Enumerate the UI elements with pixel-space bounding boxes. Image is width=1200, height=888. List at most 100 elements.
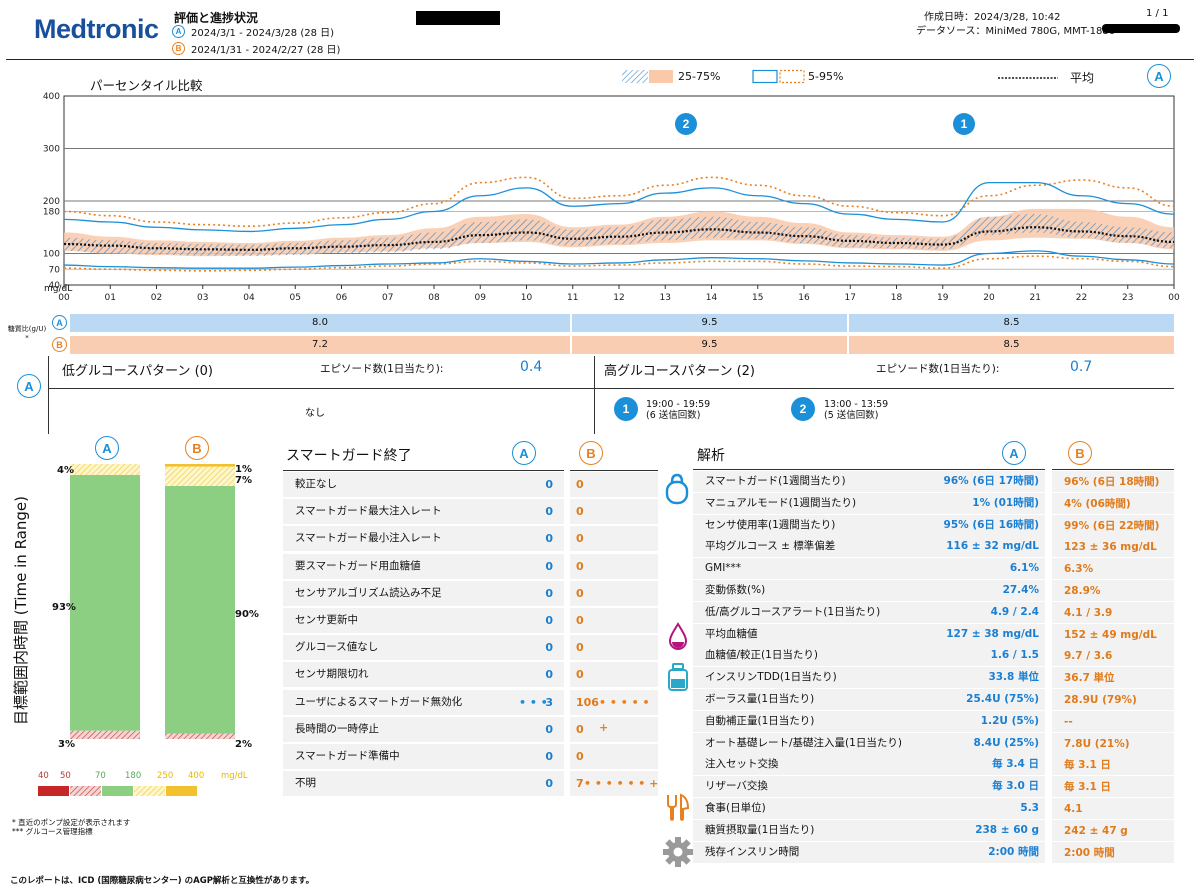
tir-bar-b: [165, 464, 235, 739]
agp-x-tick: 10: [521, 293, 533, 303]
agp-unit: mg/dL: [44, 284, 73, 294]
tir-b-vhigh-segment: [165, 464, 235, 467]
analysis-row-a: 8.4U (25%): [973, 736, 1039, 749]
analysis-row-b-cell: 6.3%: [1052, 558, 1174, 580]
smartguard-row: 較正なし 0 0: [283, 472, 659, 497]
carb-a-seg1: 8.0: [70, 314, 570, 332]
agp-x-tick: 22: [1076, 293, 1087, 303]
created-date: 作成日時：2024/3/28, 10:42: [924, 12, 1061, 23]
smartguard-row-b-cell: 0: [570, 526, 658, 552]
agp-x-tick: 21: [1030, 293, 1041, 303]
tir-legend-swatches: [38, 786, 197, 796]
agp-x-tick: 23: [1122, 293, 1133, 303]
agp-chart: 407010018020030040000 01 02 03 04 05 06 07 08 09 1…: [43, 92, 1180, 303]
smartguard-row-b: 0: [576, 505, 584, 519]
fork-knife-icon: [667, 793, 690, 821]
smartguard-row-b: 0: [576, 478, 584, 491]
analysis-row-b: 152 ± 49 mg/dL: [1064, 628, 1157, 641]
agp-marker-1: 1: [953, 113, 975, 135]
patterns-mid-border: [594, 356, 595, 434]
agp-y-tick: 100: [43, 250, 60, 260]
gear-icon: [663, 837, 693, 867]
smartguard-row-b: 0: [576, 614, 584, 627]
agp-x-tick: 06: [336, 293, 348, 303]
analysis-row-b: 99% (6日 22時間): [1064, 519, 1160, 532]
redacted-serial: [1102, 24, 1180, 33]
analysis-row-a: 1.2U (5%): [980, 714, 1039, 727]
agp-x-tick: 05: [290, 293, 301, 303]
analysis-row-b-cell: 123 ± 36 mg/dL: [1052, 536, 1174, 558]
agp-y-tick: 400: [43, 92, 60, 102]
tir-bars: [70, 464, 235, 739]
period-b-row: B 2024/1/31 - 2024/2/27 (28 日): [172, 41, 340, 56]
period-a-dates: 2024/3/1 - 2024/3/28 (28 日): [191, 28, 335, 39]
analysis-row-a: 25.4U (75%): [966, 693, 1039, 705]
agp-period-badge: A: [1147, 64, 1171, 88]
agp-y-tick: 300: [43, 145, 60, 155]
carb-ratio-label: 糖質比(g/U) *: [7, 325, 47, 342]
smartguard-row-a: 0: [545, 750, 553, 763]
smartguard-row-b: 0: [576, 668, 584, 682]
analysis-row-b: 毎 3.1 日: [1064, 781, 1111, 794]
smartguard-row-b-cell: 0: [570, 580, 658, 606]
patterns-left-border: [48, 356, 49, 434]
smartguard-row-label: 要スマートガード用血糖値: [283, 553, 564, 579]
analysis-row-b-cell: 9.7 / 3.6: [1052, 645, 1174, 667]
insulin-vial-icon: [668, 663, 688, 691]
analysis-row-b-cell: 28.9%: [1052, 580, 1174, 601]
tir-a-low-segment: [70, 730, 140, 739]
analysis-row-label: GMI***: [693, 558, 1045, 580]
high-pattern-1-badge: 1: [614, 397, 638, 421]
bottom-note: このレポートは、ICD (国際糖尿病センター) のAGP解析と互換性があります。: [10, 876, 315, 886]
tir-a-high-segment: [70, 464, 140, 475]
analysis-row-b-cell: 36.7 単位: [1052, 667, 1174, 689]
header-divider: [6, 59, 1194, 60]
tir-a-high: 4%: [57, 465, 74, 476]
smartguard-row-label: センサ期限切れ: [283, 662, 564, 688]
redacted-block: [416, 11, 500, 25]
smartguard-row: センサアルゴリズム読込み不足 0 0: [283, 580, 659, 606]
smartguard-row-b-cell: 0: [570, 608, 658, 633]
low-episodes-label: エピソード数(1日当たり):: [320, 363, 444, 375]
agp-x-tick: 01: [105, 293, 116, 303]
analysis-row-b-cell: 28.9U (79%): [1052, 689, 1174, 710]
analysis-row-b: 96% (6日 18時間): [1064, 476, 1160, 488]
smartguard-row: センサ期限切れ 0 0: [283, 662, 659, 688]
tir-a-low: 3%: [58, 739, 75, 750]
analysis-row-b: 4.1 / 3.9: [1064, 606, 1113, 619]
trend-dots-icon: • • • • • • +: [584, 777, 659, 791]
smartguard-row: スマートガード最小注入レート 0 0: [283, 526, 659, 552]
agp-x-tick: 04: [243, 293, 255, 303]
smartguard-row-label: スマートガード最大注入レート: [283, 499, 564, 525]
data-source: データソース：MiniMed 780G, MMT-1886: [916, 26, 1116, 37]
smartguard-row-b: 0: [576, 641, 584, 655]
carb-b-seg3: 8.5: [849, 336, 1174, 354]
analysis-row-b: 28.9U (79%): [1064, 694, 1137, 706]
analysis-row-a: 毎 3.4 日: [992, 758, 1039, 771]
smartguard-row: スマートガード最大注入レート 0 0: [283, 499, 659, 525]
high-pattern-2-badge: 2: [791, 397, 815, 421]
smartguard-row-a: 0: [545, 505, 553, 519]
tir-axis-label: 目標範囲内時間 (Time in Range): [11, 495, 30, 725]
smartguard-row-b-cell: 0: [570, 744, 658, 769]
agp-x-tick: 12: [613, 293, 624, 303]
smartguard-row-b: 0: [576, 722, 584, 736]
analysis-row-a: 2:00 時間: [988, 845, 1039, 858]
tir-legend-labels: 40 50 70 180 250 400 mg/dL: [38, 771, 248, 781]
tir-b-low-segment: [165, 733, 235, 739]
low-episodes-value: 0.4: [520, 359, 543, 375]
carb-a-seg2: 9.5: [572, 314, 847, 332]
analysis-row-a: 6.1%: [1009, 562, 1039, 575]
carb-b-badge: B: [52, 337, 67, 352]
agp-x-tick: 02: [151, 293, 162, 303]
agp-x-tick: 07: [382, 293, 393, 303]
agp-legend-mean: 平均: [998, 69, 1094, 86]
analysis-row-a: 1.6 / 1.5: [990, 649, 1039, 662]
tir-b-high-segment: [165, 466, 235, 486]
analysis-row-a: 238 ± 60 g: [975, 823, 1039, 836]
analysis-table: スマートガード(1週間当たり) 96% (6日 17時間) 96% (6日 18時間…: [693, 470, 1175, 865]
tir-b-vhigh: 1%: [235, 464, 252, 475]
analysis-row-b: 123 ± 36 mg/dL: [1064, 541, 1157, 554]
analysis-row-a: 116 ± 32 mg/dL: [946, 540, 1039, 553]
blood-drop-icon: [668, 622, 688, 650]
